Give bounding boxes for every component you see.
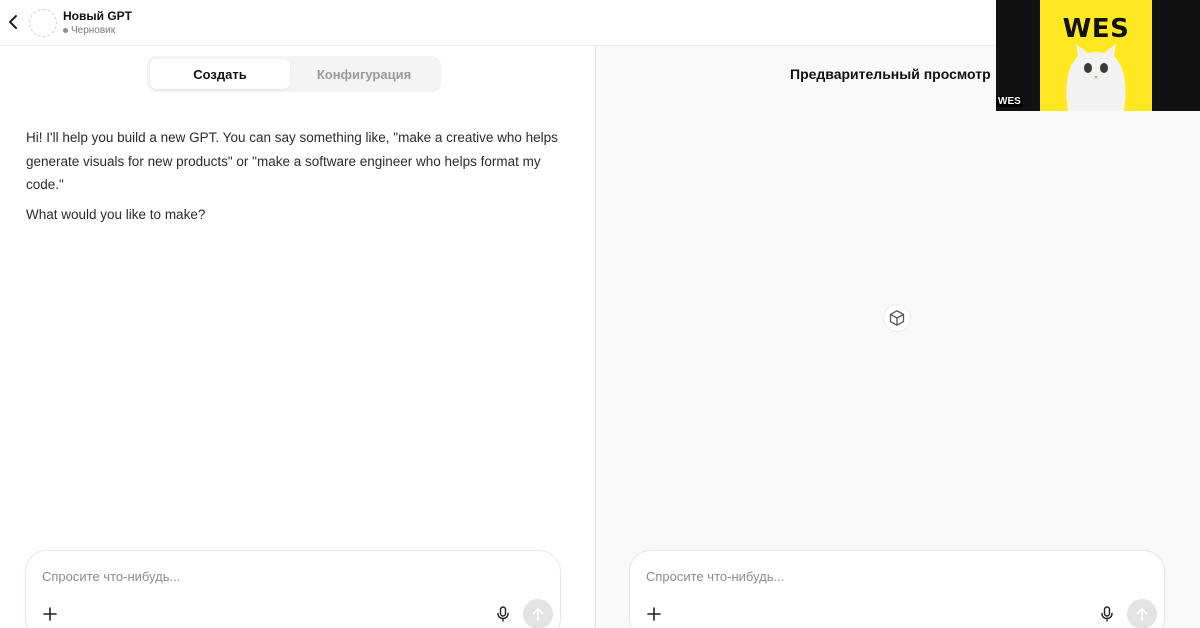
preview-panel: Предварительный просмотр bbox=[596, 46, 1200, 628]
chevron-left-icon bbox=[9, 15, 17, 29]
tab-configure[interactable]: Конфигурация bbox=[290, 59, 438, 89]
preview-composer bbox=[629, 550, 1165, 628]
webcam-logo-text: WES bbox=[1062, 14, 1130, 44]
status-label: Черновик bbox=[71, 25, 116, 36]
gpt-name: Новый GPT bbox=[63, 9, 132, 23]
back-button[interactable] bbox=[2, 11, 24, 33]
attach-button[interactable] bbox=[644, 604, 664, 624]
message-paragraph: Hi! I'll help you build a new GPT. You c… bbox=[26, 130, 558, 192]
preview-title: Предварительный просмотр bbox=[790, 66, 991, 82]
plus-icon bbox=[647, 607, 661, 621]
cat-image bbox=[1066, 44, 1126, 111]
send-button[interactable] bbox=[523, 599, 553, 628]
plus-icon bbox=[43, 607, 57, 621]
microphone-icon bbox=[497, 606, 509, 622]
builder-message-input[interactable] bbox=[42, 564, 482, 588]
arrow-up-icon bbox=[1136, 608, 1148, 621]
voice-input-button[interactable] bbox=[493, 604, 513, 624]
assistant-message: Hi! I'll help you build a new GPT. You c… bbox=[26, 126, 566, 226]
microphone-icon bbox=[1101, 606, 1113, 622]
status-dot-icon bbox=[63, 28, 68, 33]
builder-composer bbox=[25, 550, 561, 628]
webcam-name-tag: WES bbox=[996, 96, 1023, 107]
gpt-builder-window: Новый GPT Черновик Создать Конфигурация … bbox=[0, 0, 1200, 628]
message-paragraph: What would you like to make? bbox=[26, 206, 206, 222]
attach-button[interactable] bbox=[40, 604, 60, 624]
mode-tabs: Создать Конфигурация bbox=[147, 56, 441, 92]
preview-message-input[interactable] bbox=[646, 564, 1086, 588]
tab-create[interactable]: Создать bbox=[150, 59, 290, 89]
builder-panel: Создать Конфигурация Hi! I'll help you b… bbox=[0, 46, 595, 628]
gpt-avatar[interactable] bbox=[29, 9, 57, 37]
webcam-overlay: WES WES bbox=[996, 0, 1200, 111]
cube-icon bbox=[883, 304, 911, 332]
send-button[interactable] bbox=[1127, 599, 1157, 628]
voice-input-button[interactable] bbox=[1097, 604, 1117, 624]
gpt-status: Черновик bbox=[63, 25, 115, 36]
arrow-up-icon bbox=[532, 608, 544, 621]
